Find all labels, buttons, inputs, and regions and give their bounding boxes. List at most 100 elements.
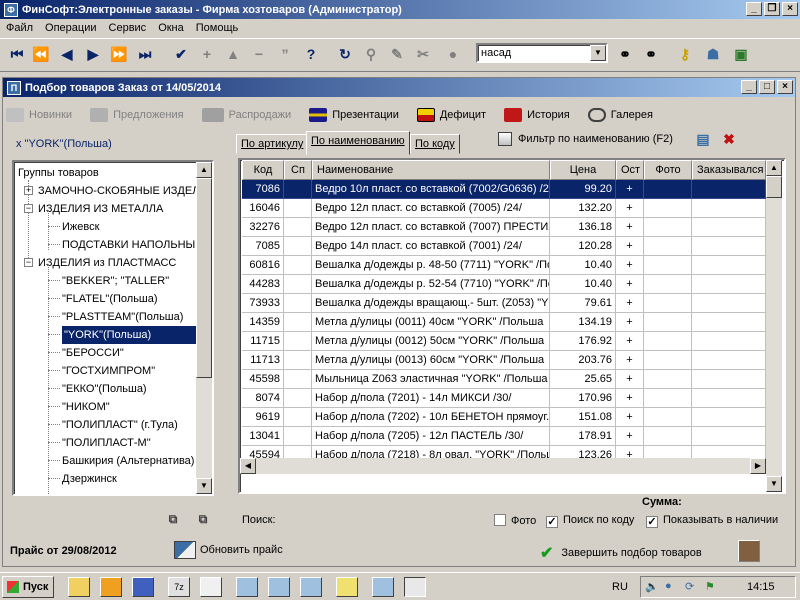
table-row[interactable]: 60816 Вешалка д/одежды р. 48-50 (7711) "Y… [240,256,766,275]
minimize-button[interactable]: _ [746,2,762,16]
menu-file[interactable]: Файл [0,19,39,37]
tree-item[interactable]: ПОДСТАВКИ НАПОЛЬНЫЕ [62,236,203,254]
table-row[interactable]: 13041 Набор д/пола (7205) - 12л ПАСТЕЛЬ /… [240,427,766,446]
windows-icon[interactable]: ▣ [732,45,750,63]
tab-by-article[interactable]: По артикулу [236,134,309,154]
print-icon[interactable]: ▤ [694,130,712,148]
column-header[interactable]: Сп [284,160,312,180]
users-icon[interactable]: ☗ [704,45,722,63]
tree-item[interactable]: Башкирия (Альтернатива) [62,452,194,470]
tree-item[interactable]: Дзержинск [62,470,117,488]
quote-icon[interactable]: ” [276,45,294,63]
gallery-button[interactable]: Галерея [587,108,653,122]
close-button[interactable]: × [782,2,798,16]
table-row[interactable]: 9619 Набор д/пола (7202) - 10л БЕНЕТОН пр… [240,408,766,427]
edit-icon[interactable]: ✎ [388,45,406,63]
photo-checkbox-box[interactable] [494,514,506,526]
table-row[interactable]: 45598 Мыльница Z063 эластичная "YORK" /По… [240,370,766,389]
sync-icon[interactable]: ⟳ [685,580,694,593]
language-indicator[interactable]: RU [612,581,628,593]
products-table[interactable]: Код Сп Наименование Цена Ост Фото Заказы… [238,158,786,494]
tab-by-name[interactable]: По наименованию [306,131,410,155]
new-items-button[interactable]: Новинки [6,108,72,122]
next-record-icon[interactable]: ▶ [84,45,102,63]
archiver-icon[interactable]: 7z [168,577,190,597]
tree-item[interactable]: Ижевск [62,218,99,236]
paste-icon[interactable]: ⧉ [194,510,212,528]
menu-windows[interactable]: Окна [152,19,190,37]
column-header[interactable]: Наименование [312,160,550,180]
chevron-down-icon[interactable]: ▼ [590,45,606,61]
search-icon[interactable]: ⚲ [362,45,380,63]
filter-by-name-button[interactable]: Фильтр по наименованию (F2) [498,132,673,146]
photo-checkbox[interactable]: Фото [494,514,536,527]
app-window-icon[interactable] [268,577,290,597]
app-window-icon[interactable] [300,577,322,597]
tree-item[interactable]: "ПОЛИПЛАСТ" (г.Тула) [62,416,178,434]
history-button[interactable]: История [504,108,570,122]
first-record-icon[interactable]: ⏮ [8,45,26,63]
tree-item[interactable]: "НИКОМ" [62,398,110,416]
active-app-icon[interactable] [404,577,426,597]
active-filter-label[interactable]: x "YORK"(Польша) [16,138,112,150]
network-icon[interactable]: ● [665,580,672,592]
volume-icon[interactable]: 🔈 [645,580,659,593]
scroll-thumb[interactable] [196,178,212,378]
key-icon[interactable]: ⚷ [676,45,694,63]
sale-button[interactable]: Распродажи [201,108,291,122]
tree-item[interactable]: "ГОСТХИМПРОМ" [62,362,155,380]
remove-icon[interactable]: − [250,45,268,63]
table-row[interactable]: 14359 Метла д/улицы (0011) 40см "YORK" /П… [240,313,766,332]
explorer-icon[interactable] [68,577,90,597]
table-row[interactable]: 11715 Метла д/улицы (0012) 50см "YORK" /П… [240,332,766,351]
tree-item[interactable]: ЗАМОЧНО-СКОБЯНЫЕ ИЗДЕЛИЯ [38,182,212,200]
document-icon[interactable] [200,577,222,597]
tree-item[interactable]: "ЕККО"(Польша) [62,380,147,398]
offers-button[interactable]: Предложения [90,108,184,122]
app-window-icon[interactable] [372,577,394,597]
scroll-left-icon[interactable]: ◀ [240,458,256,474]
window-close-button[interactable]: × [777,80,793,94]
scroll-right-icon[interactable]: ▶ [750,458,766,474]
scroll-down-icon[interactable]: ▼ [196,478,212,494]
column-header[interactable]: Фото [644,160,692,180]
tree-item[interactable]: ИЗДЕЛИЯ ИЗ МЕТАЛЛА [38,200,163,218]
prev-page-icon[interactable]: ⏪ [32,45,50,63]
table-vertical-scrollbar[interactable]: ▲ ▼ [766,160,782,492]
tree-scrollbar[interactable]: ▲ ▼ [196,162,212,494]
tree-item[interactable]: ИЗДЕЛИЯ из ПЛАСТМАСС [38,254,176,272]
tree-item-selected[interactable]: "YORK"(Польша) [62,326,196,344]
user-photo-icon[interactable] [738,540,760,562]
column-header[interactable]: Ост [616,160,644,180]
table-row[interactable]: 8074 Набор д/пола (7201) - 14л МИКСИ /30/… [240,389,766,408]
column-header[interactable]: Заказывался [692,160,766,180]
table-row[interactable]: 73933 Вешалка д/одежды вращающ.- 5шт. (Z0… [240,294,766,313]
table-row[interactable]: 32276 Ведро 12л пласт. со вставкой (7007)… [240,218,766,237]
scroll-thumb[interactable] [766,176,782,198]
app-window-icon[interactable] [236,577,258,597]
table-row[interactable]: 7086 Ведро 10л пласт. со вставкой (7002/G… [240,180,766,199]
binoculars-icon[interactable]: ⚭ [616,45,634,63]
media-player-icon[interactable] [100,577,122,597]
collapse-icon[interactable]: − [24,204,33,213]
clear-filter-icon[interactable]: ✖ [720,130,738,148]
tab-by-code[interactable]: По коду [410,134,460,154]
show-in-stock-checkbox[interactable]: ✓ Показывать в наличии [646,514,778,528]
search-combo[interactable]: насад ▼ [476,43,608,63]
last-record-icon[interactable]: ⏭ [136,45,154,63]
refresh-icon[interactable]: ↻ [336,45,354,63]
window-minimize-button[interactable]: _ [741,80,757,94]
search-by-code-checkbox[interactable]: ✓ Поиск по коду [546,514,634,528]
presentations-button[interactable]: Презентации [309,108,399,122]
window-maximize-button[interactable]: □ [759,80,775,94]
scroll-up-icon[interactable]: ▲ [766,160,782,176]
tree-item[interactable]: "ПОЛИПЛАСТ-М" [62,434,151,452]
restore-button[interactable]: ❐ [764,2,780,16]
table-row[interactable]: 44283 Вешалка д/одежды р. 52-54 (7710) "Y… [240,275,766,294]
start-button[interactable]: Пуск [2,576,54,598]
search-by-code-checkbox-box[interactable]: ✓ [546,516,558,528]
scroll-up-icon[interactable]: ▲ [196,162,212,178]
table-row[interactable]: 7085 Ведро 14л пласт. со вставкой (7001) … [240,237,766,256]
table-row[interactable]: 16046 Ведро 12л пласт. со вставкой (7005)… [240,199,766,218]
up-icon[interactable]: ▲ [224,45,242,63]
